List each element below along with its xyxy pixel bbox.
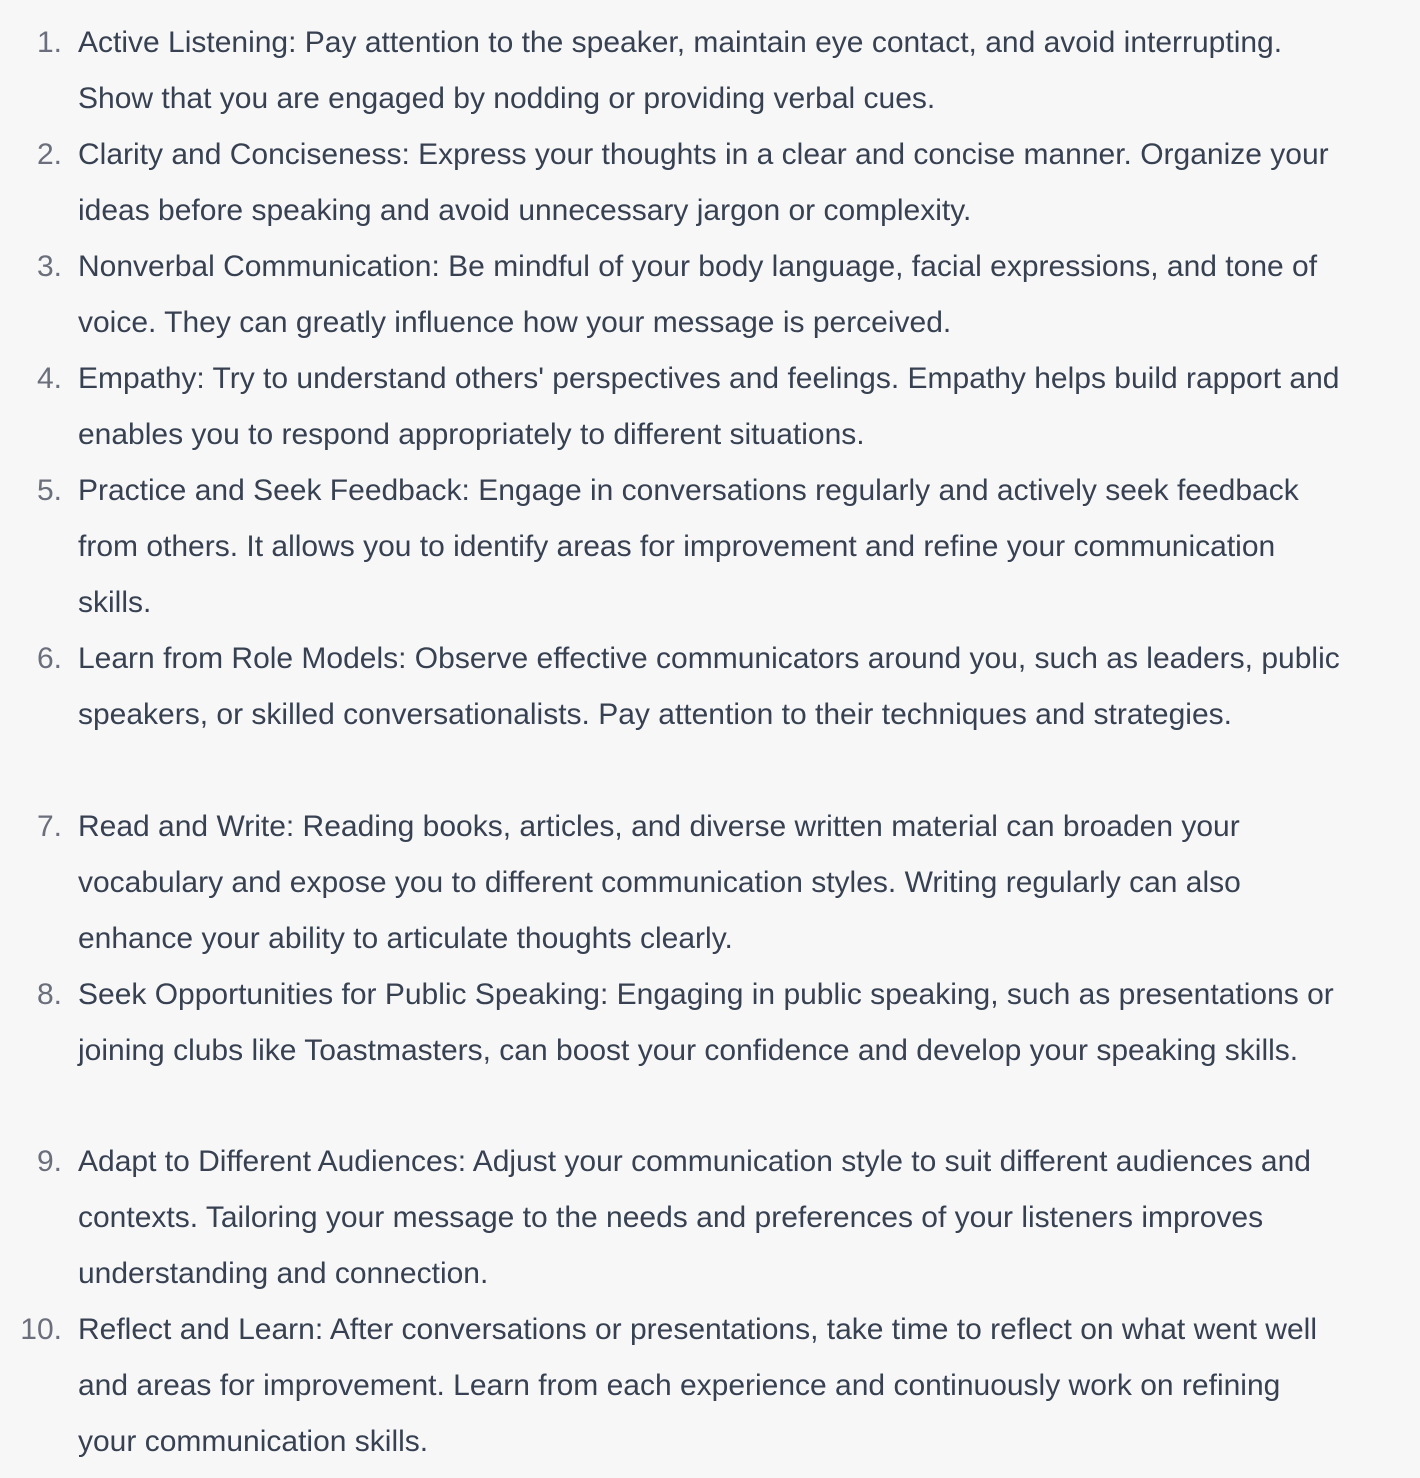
- list-item-number: 4.: [36, 362, 62, 395]
- list-item-text: Empathy: Try to understand others' persp…: [78, 362, 1340, 451]
- list-item-text: Seek Opportunities for Public Speaking: …: [78, 978, 1334, 1067]
- list-item-number: 7.: [36, 810, 62, 843]
- list-item-text: Active Listening: Pay attention to the s…: [78, 26, 1283, 115]
- list-item-text: Clarity and Conciseness: Express your th…: [78, 138, 1329, 227]
- list-item-number: 8.: [36, 978, 62, 1011]
- list-item-number: 1.: [36, 26, 62, 59]
- list-item-number: 10.: [20, 1313, 62, 1346]
- list-item-number: 2.: [36, 138, 62, 171]
- list-item-number: 6.: [36, 642, 62, 675]
- list-item-text: Nonverbal Communication: Be mindful of y…: [78, 250, 1318, 339]
- list-item-text: Learn from Role Models: Observe effectiv…: [78, 642, 1340, 731]
- list-item-number: 5.: [36, 474, 62, 507]
- list-item-number: 3.: [36, 250, 62, 283]
- list-item-text: Read and Write: Reading books, articles,…: [78, 810, 1241, 955]
- list-item-text: Reflect and Learn: After conversations o…: [78, 1313, 1317, 1458]
- list-item-text: Adapt to Different Audiences: Adjust you…: [78, 1145, 1311, 1290]
- list-item-text: Practice and Seek Feedback: Engage in co…: [78, 474, 1299, 619]
- list-item-number: 9.: [36, 1145, 62, 1178]
